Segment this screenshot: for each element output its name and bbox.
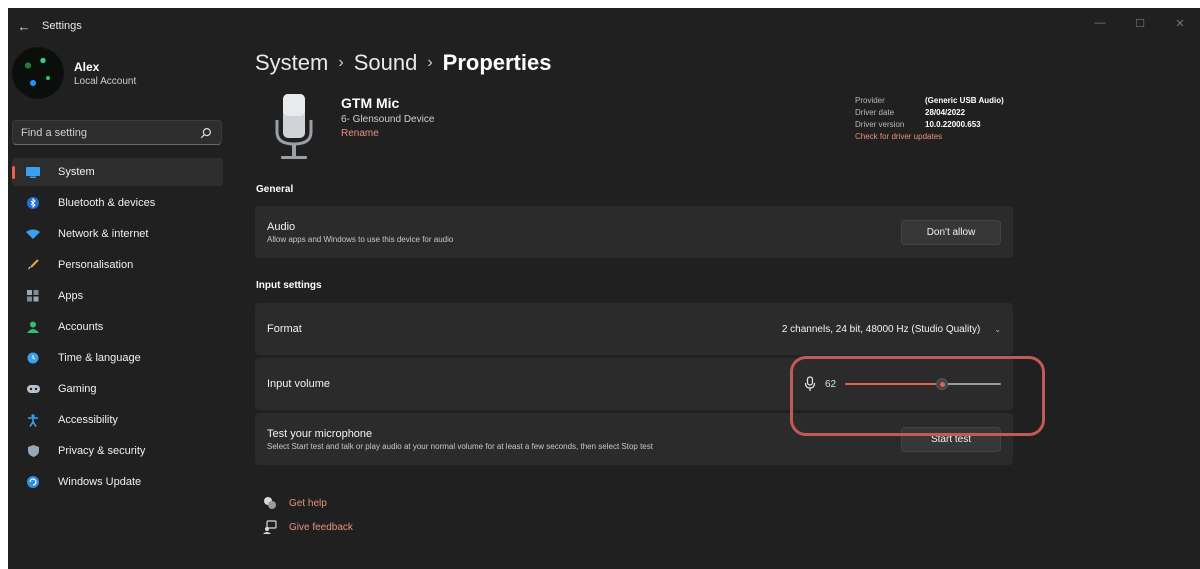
test-microphone-title: Test your microphone (267, 427, 373, 440)
sidebar-item-label: System (58, 166, 95, 178)
sidebar-item-label: Gaming (58, 383, 97, 395)
sidebar-item-time-language[interactable]: Time & language (12, 344, 223, 372)
driver-info: Provider (Generic USB Audio) Driver date… (855, 95, 1015, 143)
device-subtitle: 6- Glensound Device (341, 114, 435, 125)
search-placeholder: Find a setting (21, 126, 88, 139)
audio-title: Audio (267, 220, 296, 233)
test-microphone-subtitle: Select Start test and talk or play audio… (267, 441, 653, 451)
avatar (12, 47, 64, 99)
sidebar-item-apps[interactable]: Apps (12, 282, 223, 310)
give-feedback-link[interactable]: Give feedback (255, 515, 1015, 539)
sidebar-item-windows-update[interactable]: Windows Update (12, 468, 223, 496)
general-heading: General (256, 184, 294, 195)
sidebar-item-bluetooth[interactable]: Bluetooth & devices (12, 189, 223, 217)
microphone-device-icon (275, 94, 313, 159)
profile-account-type: Local Account (74, 75, 137, 87)
page-title: Properties (442, 50, 552, 75)
sidebar-item-network[interactable]: Network & internet (12, 220, 223, 248)
person-icon (26, 320, 40, 334)
back-arrow-icon[interactable]: ← (12, 19, 36, 34)
apps-icon (26, 289, 40, 303)
wifi-icon (26, 227, 40, 241)
give-feedback-label: Give feedback (289, 521, 353, 533)
brush-icon (26, 258, 40, 272)
sidebar-item-label: Personalisation (58, 259, 134, 271)
search-icon (200, 127, 211, 138)
dont-allow-button[interactable]: Don't allow (901, 219, 1001, 245)
feedback-icon (263, 520, 277, 534)
gamepad-icon (26, 382, 40, 396)
audio-card: Audio Allow apps and Windows to use this… (255, 206, 1013, 258)
help-chat-icon (264, 497, 276, 509)
driver-date-label: Driver date (855, 108, 895, 117)
audio-subtitle: Allow apps and Windows to use this devic… (267, 234, 454, 244)
sidebar-item-accessibility[interactable]: Accessibility (12, 406, 223, 434)
sidebar-nav: System Bluetooth & devices Network & int… (8, 158, 238, 496)
sidebar-item-label: Apps (58, 290, 84, 302)
driver-version-label: Driver version (855, 120, 905, 129)
driver-version-value: 10.0.22000.653 (925, 120, 981, 129)
device-header: GTM Mic 6- Glensound Device Rename Provi… (255, 90, 1015, 180)
update-icon (26, 475, 40, 489)
settings-window: ← Settings — ☐ ✕ Alex Local Account Find… (8, 8, 1200, 569)
minimize-icon[interactable]: — (1080, 8, 1120, 38)
sidebar-item-gaming[interactable]: Gaming (12, 375, 223, 403)
maximize-icon[interactable]: ☐ (1120, 8, 1160, 38)
window-title: Settings (42, 20, 82, 32)
breadcrumb-sound[interactable]: Sound (354, 50, 418, 76)
sidebar-item-privacy[interactable]: Privacy & security (12, 437, 223, 465)
format-title: Format (267, 323, 302, 335)
chevron-down-icon: ⌄ (994, 324, 1001, 334)
input-settings-heading: Input settings (256, 280, 322, 291)
format-dropdown[interactable]: 2 channels, 24 bit, 48000 Hz (Studio Qua… (782, 324, 1001, 335)
format-card: Format 2 channels, 24 bit, 48000 Hz (Stu… (255, 303, 1013, 355)
sidebar-item-label: Windows Update (58, 476, 142, 488)
get-help-link[interactable]: Get help (255, 491, 1015, 515)
shield-icon (26, 444, 40, 458)
globe-clock-icon (26, 351, 40, 365)
sidebar-item-personalisation[interactable]: Personalisation (12, 251, 223, 279)
accessibility-icon (26, 413, 40, 427)
sidebar-item-accounts[interactable]: Accounts (12, 313, 223, 341)
sidebar-item-label: Time & language (58, 352, 141, 364)
search-input[interactable]: Find a setting (12, 120, 222, 145)
breadcrumb-separator: › (427, 54, 433, 71)
rename-link[interactable]: Rename (341, 128, 434, 139)
sidebar-item-system[interactable]: System (12, 158, 223, 186)
system-icon (26, 165, 40, 179)
sidebar-item-label: Accessibility (58, 414, 118, 426)
user-profile[interactable]: Alex Local Account (8, 38, 238, 108)
sidebar-item-label: Network & internet (58, 228, 149, 240)
driver-provider-label: Provider (855, 96, 885, 105)
get-help-label: Get help (289, 497, 327, 509)
sidebar: Alex Local Account Find a setting System (8, 44, 238, 569)
driver-date-value: 28/04/2022 (925, 108, 966, 117)
help-links: Get help Give feedback (255, 491, 1015, 539)
check-driver-updates-link[interactable]: Check for driver updates (855, 131, 1015, 143)
input-volume-title: Input volume (267, 378, 330, 390)
bluetooth-icon (26, 196, 40, 210)
breadcrumb: System › Sound › Properties (255, 44, 1015, 82)
close-icon[interactable]: ✕ (1160, 8, 1200, 38)
profile-name: Alex (74, 59, 100, 74)
breadcrumb-separator: › (338, 54, 344, 71)
device-name: GTM Mic (341, 95, 400, 111)
sidebar-item-label: Privacy & security (58, 445, 146, 457)
driver-provider-value: (Generic USB Audio) (925, 96, 1004, 105)
sidebar-item-label: Accounts (58, 321, 104, 333)
main-content: System › Sound › Properties GTM Mic 6- G… (255, 44, 1015, 569)
breadcrumb-system[interactable]: System (255, 50, 328, 76)
sidebar-item-label: Bluetooth & devices (58, 197, 156, 209)
format-selected-value: 2 channels, 24 bit, 48000 Hz (Studio Qua… (781, 323, 981, 335)
volume-highlight-annotation (790, 356, 1045, 436)
window-controls: — ☐ ✕ (1080, 8, 1200, 38)
